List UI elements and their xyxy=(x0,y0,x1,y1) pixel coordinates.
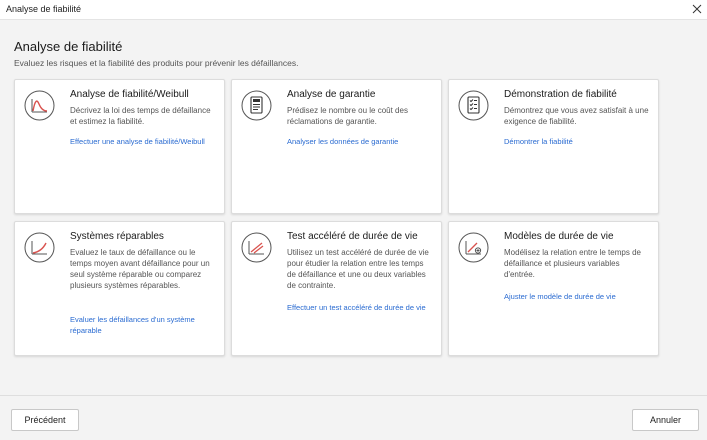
card-accelerated-life-test[interactable]: Test accéléré de durée de vie Utilisez u… xyxy=(231,221,442,356)
card-description: Démontrez que vous avez satisfait à une … xyxy=(504,106,649,126)
card-repairable-systems[interactable]: Systèmes réparables Evaluez le taux de d… xyxy=(14,221,225,356)
card-demonstration[interactable]: Démonstration de fiabilité Démontrez que… xyxy=(448,79,659,214)
card-title: Analyse de fiabilité/Weibull xyxy=(70,89,189,100)
card-title: Test accéléré de durée de vie xyxy=(287,231,418,242)
demonstrate-reliability-link[interactable]: Démontrer la fiabilité xyxy=(504,136,650,147)
page-title: Analyse de fiabilité xyxy=(14,39,123,54)
lifetime-model-icon xyxy=(458,232,489,263)
repairable-curve-icon xyxy=(24,232,55,263)
dialog-footer xyxy=(0,395,707,440)
card-description: Evaluez le taux de défaillance ou le tem… xyxy=(70,248,210,290)
window-titlebar: Analyse de fiabilité xyxy=(0,0,707,20)
warranty-analysis-link[interactable]: Analyser les données de garantie xyxy=(287,136,433,147)
card-description: Décrivez la loi des temps de défaillance… xyxy=(70,106,211,126)
warranty-document-icon xyxy=(241,90,272,121)
card-warranty[interactable]: Analyse de garantie Prédisez le nombre o… xyxy=(231,79,442,214)
cancel-button[interactable]: Annuler xyxy=(632,409,699,431)
card-title: Analyse de garantie xyxy=(287,89,376,100)
card-description: Utilisez un test accéléré de durée de vi… xyxy=(287,248,429,290)
card-title: Systèmes réparables xyxy=(70,231,164,242)
accelerated-test-link[interactable]: Effectuer un test accéléré de durée de v… xyxy=(287,302,433,313)
close-icon[interactable] xyxy=(689,1,705,17)
card-description: Modélisez la relation entre le temps de … xyxy=(504,248,641,279)
weibull-distribution-icon xyxy=(24,90,55,121)
repairable-failures-link[interactable]: Evaluer les défaillances d'un système ré… xyxy=(70,314,216,336)
card-description: Prédisez le nombre ou le coût des réclam… xyxy=(287,106,408,126)
card-lifetime-models[interactable]: Modèles de durée de vie Modélisez la rel… xyxy=(448,221,659,356)
previous-button[interactable]: Précédent xyxy=(11,409,79,431)
weibull-analysis-link[interactable]: Effectuer une analyse de fiabilité/Weibu… xyxy=(70,136,216,147)
page-subtitle: Evaluez les risques et la fiabilité des … xyxy=(14,58,299,68)
fit-lifetime-model-link[interactable]: Ajuster le modèle de durée de vie xyxy=(504,291,650,302)
card-title: Modèles de durée de vie xyxy=(504,231,614,242)
window-title: Analyse de fiabilité xyxy=(6,4,82,14)
checklist-document-icon xyxy=(458,90,489,121)
accelerated-test-icon xyxy=(241,232,272,263)
card-title: Démonstration de fiabilité xyxy=(504,89,617,100)
card-weibull[interactable]: Analyse de fiabilité/Weibull Décrivez la… xyxy=(14,79,225,214)
